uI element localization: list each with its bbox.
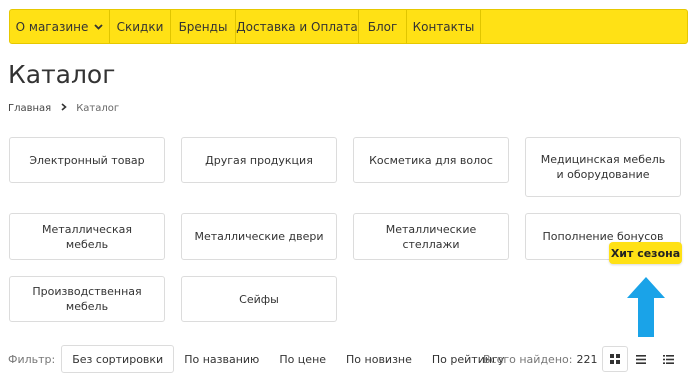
- filter-label: Фильтр:: [8, 352, 56, 366]
- breadcrumb-current: Каталог: [76, 103, 120, 114]
- category-card[interactable]: Металлические стеллажи: [353, 213, 509, 260]
- hit-season-badge[interactable]: Хит сезона: [609, 242, 682, 264]
- category-label: Медицинская мебель и оборудование: [540, 153, 666, 181]
- breadcrumb: Главная Каталог: [8, 103, 119, 114]
- category-label: Другая продукция: [205, 153, 313, 167]
- nav-item-label: Контакты: [412, 19, 475, 34]
- nav-item-label: Скидки: [116, 19, 164, 34]
- breadcrumb-home-link[interactable]: Главная: [8, 103, 51, 114]
- category-label: Производственная мебель: [32, 285, 142, 313]
- category-card[interactable]: Электронный товар: [9, 137, 165, 183]
- chevron-right-icon: [61, 103, 67, 114]
- results-count: Всего найдено: 221: [483, 353, 597, 366]
- category-card[interactable]: Медицинская мебель и оборудование: [525, 137, 681, 197]
- nav-item-about-store[interactable]: О магазине: [10, 10, 110, 43]
- category-card[interactable]: Сейфы: [181, 276, 337, 322]
- list-icon: [636, 354, 646, 364]
- arrow-up-icon: [627, 277, 665, 337]
- nav-item-blog[interactable]: Блог: [359, 10, 407, 43]
- category-label: Сейфы: [239, 292, 279, 306]
- nav-item-label: Бренды: [178, 19, 228, 34]
- results-number: 221: [576, 353, 598, 366]
- view-detailed-button[interactable]: [655, 346, 681, 372]
- detailed-list-icon: [662, 354, 674, 364]
- results-label: Всего найдено:: [483, 353, 573, 366]
- nav-item-contacts[interactable]: Контакты: [407, 10, 481, 43]
- view-grid-button[interactable]: [602, 346, 628, 372]
- category-label: Металлические стеллажи: [385, 222, 477, 251]
- page-title: Каталог: [8, 60, 116, 89]
- category-card[interactable]: Металлические двери: [181, 213, 337, 260]
- category-label: Металлическая мебель: [42, 222, 132, 251]
- sort-option-none[interactable]: Без сортировки: [61, 345, 175, 373]
- category-label: Косметика для волос: [369, 153, 493, 167]
- category-card[interactable]: Металлическая мебель: [9, 213, 165, 260]
- category-label: Металлические двери: [194, 230, 324, 243]
- view-list-button[interactable]: [628, 346, 654, 372]
- top-navigation: О магазине Скидки Бренды Доставка и Опла…: [9, 9, 688, 44]
- nav-item-brands[interactable]: Бренды: [171, 10, 236, 43]
- sort-option-by-price[interactable]: По цене: [269, 346, 336, 372]
- nav-item-label: О магазине: [15, 19, 89, 34]
- nav-item-label: Доставка и Оплата: [236, 19, 358, 34]
- category-card[interactable]: Косметика для волос: [353, 137, 509, 183]
- nav-item-delivery-payment[interactable]: Доставка и Оплата: [236, 10, 359, 43]
- nav-item-label: Блог: [367, 19, 398, 34]
- sort-option-by-name[interactable]: По названию: [174, 346, 269, 372]
- grid-icon: [610, 354, 620, 364]
- sort-filter-bar: Фильтр: Без сортировки По названию По це…: [8, 345, 514, 373]
- chevron-down-icon: [94, 22, 103, 33]
- sort-option-by-newness[interactable]: По новизне: [336, 346, 422, 372]
- category-label: Электронный товар: [29, 153, 145, 167]
- category-card[interactable]: Другая продукция: [181, 137, 337, 183]
- nav-item-discounts[interactable]: Скидки: [110, 10, 171, 43]
- category-card[interactable]: Производственная мебель: [9, 276, 165, 322]
